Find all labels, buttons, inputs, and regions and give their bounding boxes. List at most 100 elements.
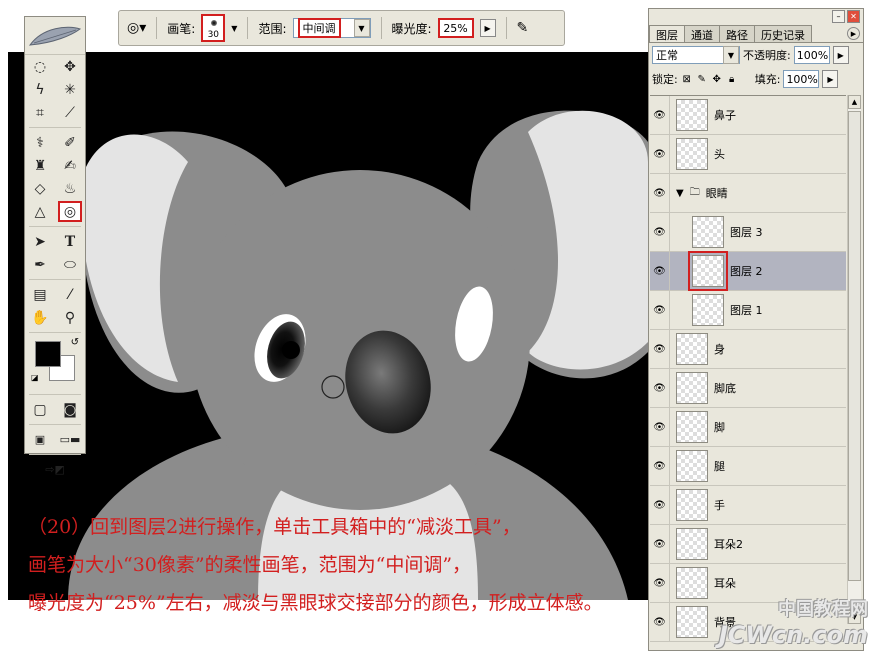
opacity-input[interactable]: 100% bbox=[793, 46, 830, 64]
type-icon[interactable]: T bbox=[58, 231, 82, 252]
lock-all-icon[interactable]: 🔒︎ bbox=[726, 74, 738, 85]
scroll-thumb[interactable] bbox=[848, 111, 861, 581]
path-select-icon[interactable]: ➤ bbox=[28, 231, 52, 252]
screen-mode-full-icon[interactable]: ▭▬ bbox=[58, 429, 82, 450]
watermark-line-1: 中国教程网 bbox=[778, 599, 868, 620]
watermark-line-2: JCWcn.com bbox=[718, 621, 868, 649]
pen-icon[interactable]: ✒ bbox=[28, 254, 52, 275]
minimize-icon[interactable]: – bbox=[832, 10, 845, 23]
eyedropper-icon[interactable]: ⁄ bbox=[58, 284, 82, 305]
eye-icon[interactable]: 👁︎ bbox=[650, 446, 670, 486]
layer-row[interactable]: 👁︎ 图层 3 bbox=[650, 212, 846, 252]
lasso-icon[interactable]: ϟ bbox=[28, 79, 52, 100]
zoom-icon[interactable]: ⚲ bbox=[58, 307, 82, 328]
eye-icon[interactable]: 👁︎ bbox=[650, 407, 670, 447]
separator bbox=[29, 124, 81, 128]
jump-to-imageready-icon[interactable]: ⇨◩ bbox=[43, 459, 67, 480]
eye-icon[interactable]: 👁︎ bbox=[650, 212, 670, 252]
layer-name: 眼睛 bbox=[705, 187, 728, 200]
chevron-down-icon[interactable]: ▼ bbox=[353, 19, 370, 37]
tab-paths[interactable]: 路径 bbox=[719, 25, 755, 42]
eye-icon[interactable]: 👁︎ bbox=[650, 290, 670, 330]
fill-input[interactable]: 100% bbox=[783, 70, 820, 88]
eye-icon[interactable]: 👁︎ bbox=[650, 368, 670, 408]
brush-dropdown-icon[interactable]: ▼ bbox=[231, 24, 237, 33]
ellipse-shape-icon[interactable]: ⬭ bbox=[58, 254, 82, 275]
slice-icon[interactable]: ⟋ bbox=[58, 102, 82, 123]
magic-wand-icon[interactable]: ✳ bbox=[58, 79, 82, 100]
scroll-up-icon[interactable]: ▲ bbox=[848, 95, 861, 109]
tab-layers[interactable]: 图层 bbox=[649, 25, 685, 42]
airbrush-icon[interactable]: ✎ bbox=[517, 20, 529, 36]
notes-icon[interactable]: ▤ bbox=[28, 284, 52, 305]
layer-thumbnail bbox=[676, 450, 708, 482]
blend-mode-select[interactable]: 正常 ▼ bbox=[652, 46, 740, 64]
default-colors-icon[interactable]: ◪ bbox=[31, 373, 39, 382]
triangle-expand-icon[interactable]: ▼ bbox=[676, 188, 684, 199]
tool-preset-icon[interactable]: ◎▾ bbox=[127, 20, 146, 36]
swap-colors-icon[interactable]: ↺ bbox=[71, 337, 79, 348]
fill-label: 填充: bbox=[754, 73, 781, 86]
screen-mode-standard-icon[interactable]: ▣ bbox=[28, 429, 52, 450]
brush-preset-picker[interactable]: 30 bbox=[201, 14, 226, 42]
layer-row[interactable]: 👁︎ 脚底 bbox=[650, 368, 846, 408]
layer-thumbnail bbox=[688, 251, 728, 291]
layer-group-row[interactable]: 👁︎ ▼ 🗀︎ 眼睛 bbox=[650, 173, 846, 213]
layer-thumbnail bbox=[676, 333, 708, 365]
lock-image-icon[interactable]: ✎ bbox=[696, 74, 708, 85]
move-icon[interactable]: ✥ bbox=[58, 56, 82, 77]
range-label: 范围: bbox=[258, 21, 287, 36]
healing-brush-icon[interactable]: ⚕ bbox=[28, 132, 52, 153]
exposure-slider-button[interactable]: ▶ bbox=[479, 19, 496, 37]
feather-logo-icon[interactable] bbox=[25, 17, 85, 55]
close-icon[interactable]: ✕ bbox=[847, 10, 860, 23]
quick-mask-icon[interactable]: ◙ bbox=[58, 399, 82, 420]
layer-row[interactable]: 👁︎ 鼻子 bbox=[650, 95, 846, 135]
eraser-icon[interactable]: ◇ bbox=[28, 178, 52, 199]
range-select[interactable]: 中间调 ▼ bbox=[292, 18, 371, 38]
layer-row[interactable]: 👁︎ 腿 bbox=[650, 446, 846, 486]
layer-row-selected[interactable]: 👁︎ 图层 2 bbox=[650, 251, 846, 291]
eye-icon[interactable]: 👁︎ bbox=[650, 329, 670, 369]
eye-icon[interactable]: 👁︎ bbox=[650, 95, 670, 135]
exposure-input[interactable]: 25% bbox=[437, 18, 474, 38]
clone-stamp-icon[interactable]: ♜ bbox=[28, 155, 52, 176]
layer-row[interactable]: 👁︎ 图层 1 bbox=[650, 290, 846, 330]
panel-titlebar: – ✕ bbox=[649, 9, 863, 25]
layer-thumbnail bbox=[676, 372, 708, 404]
blur-icon[interactable]: △ bbox=[28, 201, 52, 222]
tab-history[interactable]: 历史记录 bbox=[754, 25, 812, 42]
layer-list-scrollbar[interactable]: ▲ ▼ bbox=[847, 95, 861, 624]
layer-row[interactable]: 👁︎ 身 bbox=[650, 329, 846, 369]
brush-size-label: 30 bbox=[207, 30, 220, 40]
tab-channels[interactable]: 通道 bbox=[684, 25, 720, 42]
layer-name: 头 bbox=[714, 148, 725, 161]
brush-icon[interactable]: ✐ bbox=[58, 132, 82, 153]
history-brush-icon[interactable]: ✍ bbox=[58, 155, 82, 176]
marquee-icon[interactable]: ◌ bbox=[28, 56, 52, 77]
fill-slider-button[interactable]: ▶ bbox=[822, 70, 839, 88]
eye-icon[interactable]: 👁︎ bbox=[650, 173, 670, 213]
paint-bucket-icon[interactable]: ♨ bbox=[58, 178, 82, 199]
opacity-label: 不透明度: bbox=[743, 49, 791, 62]
layer-name: 脚底 bbox=[714, 382, 736, 395]
crop-icon[interactable]: ⌗ bbox=[28, 102, 52, 123]
dodge-icon[interactable]: ◎ bbox=[58, 201, 82, 222]
opacity-slider-button[interactable]: ▶ bbox=[832, 46, 849, 64]
layer-row[interactable]: 👁︎ 脚 bbox=[650, 407, 846, 447]
panel-menu-icon[interactable]: ▶ bbox=[847, 27, 860, 40]
layer-name: 鼻子 bbox=[714, 109, 736, 122]
eye-icon[interactable]: 👁︎ bbox=[650, 134, 670, 174]
eye-icon[interactable]: 👁︎ bbox=[650, 251, 670, 291]
standard-mode-icon[interactable]: ▢ bbox=[28, 399, 52, 420]
layer-row[interactable]: 👁︎ 头 bbox=[650, 134, 846, 174]
lock-transparency-icon[interactable]: ⊠ bbox=[681, 74, 693, 85]
lock-position-icon[interactable]: ✥ bbox=[711, 74, 723, 85]
foreground-color[interactable] bbox=[35, 341, 61, 367]
hand-icon[interactable]: ✋ bbox=[28, 307, 52, 328]
chevron-down-icon[interactable]: ▼ bbox=[723, 46, 739, 64]
caption-line-3: 曝光度为“25%”左右，减淡与黑眼球交接部分的颜色，形成立体感。 bbox=[28, 592, 603, 614]
site-watermark: 中国教程网 JCWcn.com bbox=[719, 595, 868, 649]
separator bbox=[505, 17, 507, 39]
caption-line-2: 画笔为大小“30像素”的柔性画笔，范围为“中间调”， bbox=[28, 554, 472, 576]
